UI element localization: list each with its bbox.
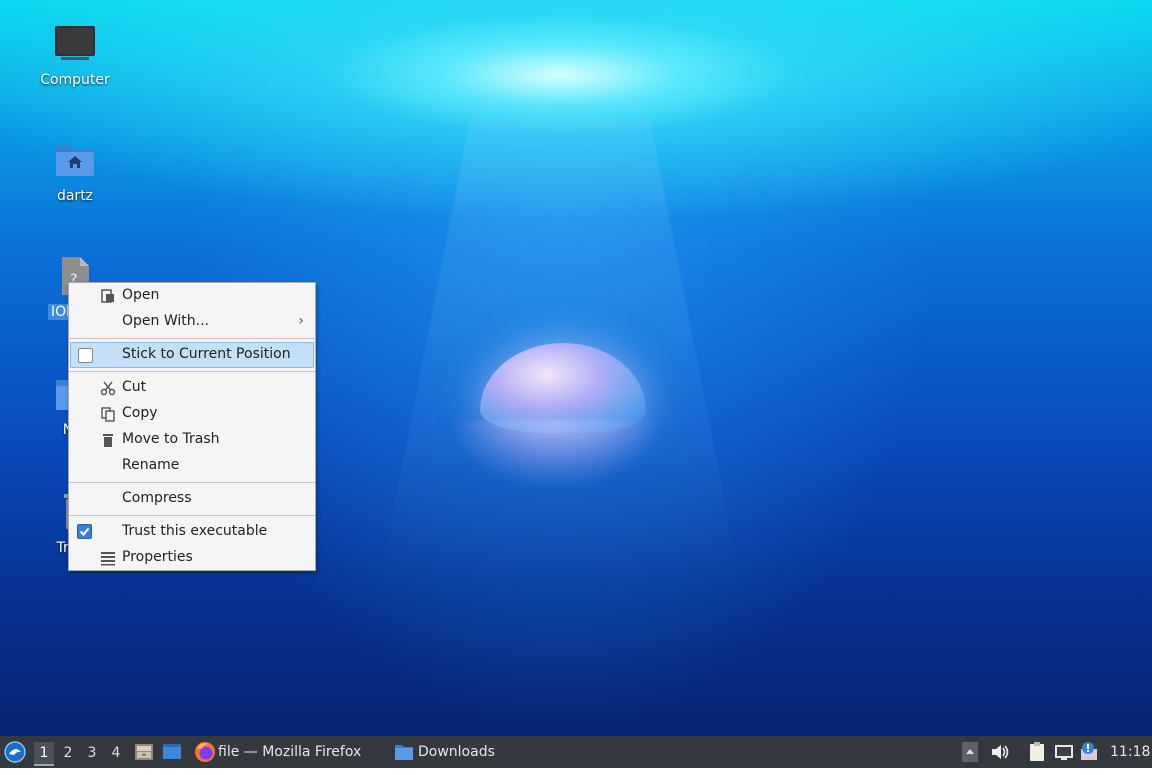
menu-item-copy[interactable]: Copy: [70, 401, 314, 427]
menu-item-properties[interactable]: Properties: [70, 545, 314, 571]
desktop[interactable]: Computer dartz ? IObit U Net: [0, 0, 1152, 736]
workspace-1[interactable]: 1: [34, 742, 54, 766]
network-icon: [1055, 745, 1073, 760]
checkmark-icon: [79, 527, 90, 536]
file-cabinet-icon: [135, 744, 153, 760]
menu-item-open-with[interactable]: Open With... ›: [70, 309, 314, 335]
volume-button[interactable]: [990, 736, 1012, 768]
menu-item-label: Open With...: [122, 313, 209, 329]
menu-item-label: Stick to Current Position: [122, 346, 291, 362]
show-desktop-button[interactable]: [162, 736, 184, 768]
scissors-icon: [100, 381, 116, 396]
desktop-icon-home[interactable]: dartz: [25, 140, 125, 204]
taskbar: 1 2 3 4 file — Mozilla Firefox Downloads: [0, 736, 1152, 768]
desktop-icon: [163, 744, 181, 759]
clipboard-button[interactable]: [1026, 736, 1050, 768]
file-manager-launcher[interactable]: [134, 736, 156, 768]
workspace-2[interactable]: 2: [58, 742, 78, 764]
menu-item-label: Cut: [122, 379, 147, 395]
tray-expand-button[interactable]: [962, 736, 980, 768]
trash-icon: [103, 434, 113, 447]
clock[interactable]: 11:18: [1110, 736, 1150, 768]
trust-checkbox[interactable]: [77, 524, 92, 539]
menu-item-label: Compress: [122, 490, 192, 506]
workspace-4[interactable]: 4: [106, 742, 126, 764]
task-firefox[interactable]: file — Mozilla Firefox: [194, 736, 379, 768]
menu-item-open[interactable]: Open: [70, 283, 314, 309]
menu-separator: [69, 515, 315, 516]
menu-item-label: Copy: [122, 405, 158, 421]
menu-separator: [69, 371, 315, 372]
desktop-icon-label: dartz: [56, 188, 94, 204]
menu-item-compress[interactable]: Compress: [70, 486, 314, 512]
stick-checkbox[interactable]: [78, 348, 93, 363]
start-menu-button[interactable]: [4, 736, 28, 768]
update-notifier-button[interactable]: [1080, 736, 1104, 768]
task-label: file — Mozilla Firefox: [218, 744, 362, 760]
computer-icon: [55, 26, 95, 60]
menu-item-label: Properties: [122, 549, 193, 565]
workspace-3[interactable]: 3: [82, 742, 102, 764]
context-menu: Open Open With... › Stick to Current Pos…: [68, 282, 316, 571]
arrow-up-icon: [962, 742, 978, 762]
task-label: Downloads: [418, 744, 495, 760]
task-downloads[interactable]: Downloads: [394, 736, 514, 768]
folder-icon: [395, 745, 413, 760]
menu-item-label: Trust this executable: [122, 523, 268, 539]
menu-item-rename[interactable]: Rename: [70, 453, 314, 479]
properties-icon: [101, 552, 115, 566]
network-button[interactable]: [1054, 736, 1076, 768]
menu-item-trust-executable[interactable]: Trust this executable: [70, 519, 314, 545]
menu-item-label: Open: [122, 287, 160, 303]
submenu-arrow-icon: ›: [298, 313, 304, 329]
firefox-icon: [195, 742, 215, 762]
copy-icon: [101, 407, 115, 422]
menu-item-label: Rename: [122, 457, 180, 473]
speaker-icon: [992, 745, 1009, 759]
home-folder-icon: [56, 146, 94, 176]
menu-item-label: Move to Trash: [122, 431, 220, 447]
update-alert-icon: [1081, 742, 1097, 760]
desktop-icon-label: Computer: [40, 72, 110, 88]
desktop-icon-computer[interactable]: Computer: [25, 24, 125, 88]
menu-separator: [69, 338, 315, 339]
menu-item-move-to-trash[interactable]: Move to Trash: [70, 427, 314, 453]
open-icon: [101, 289, 114, 303]
menu-item-stick-to-position[interactable]: Stick to Current Position: [70, 342, 314, 368]
clipboard-icon: [1030, 742, 1044, 761]
menu-item-cut[interactable]: Cut: [70, 375, 314, 401]
lubuntu-logo-icon: [4, 741, 26, 763]
menu-separator: [69, 482, 315, 483]
